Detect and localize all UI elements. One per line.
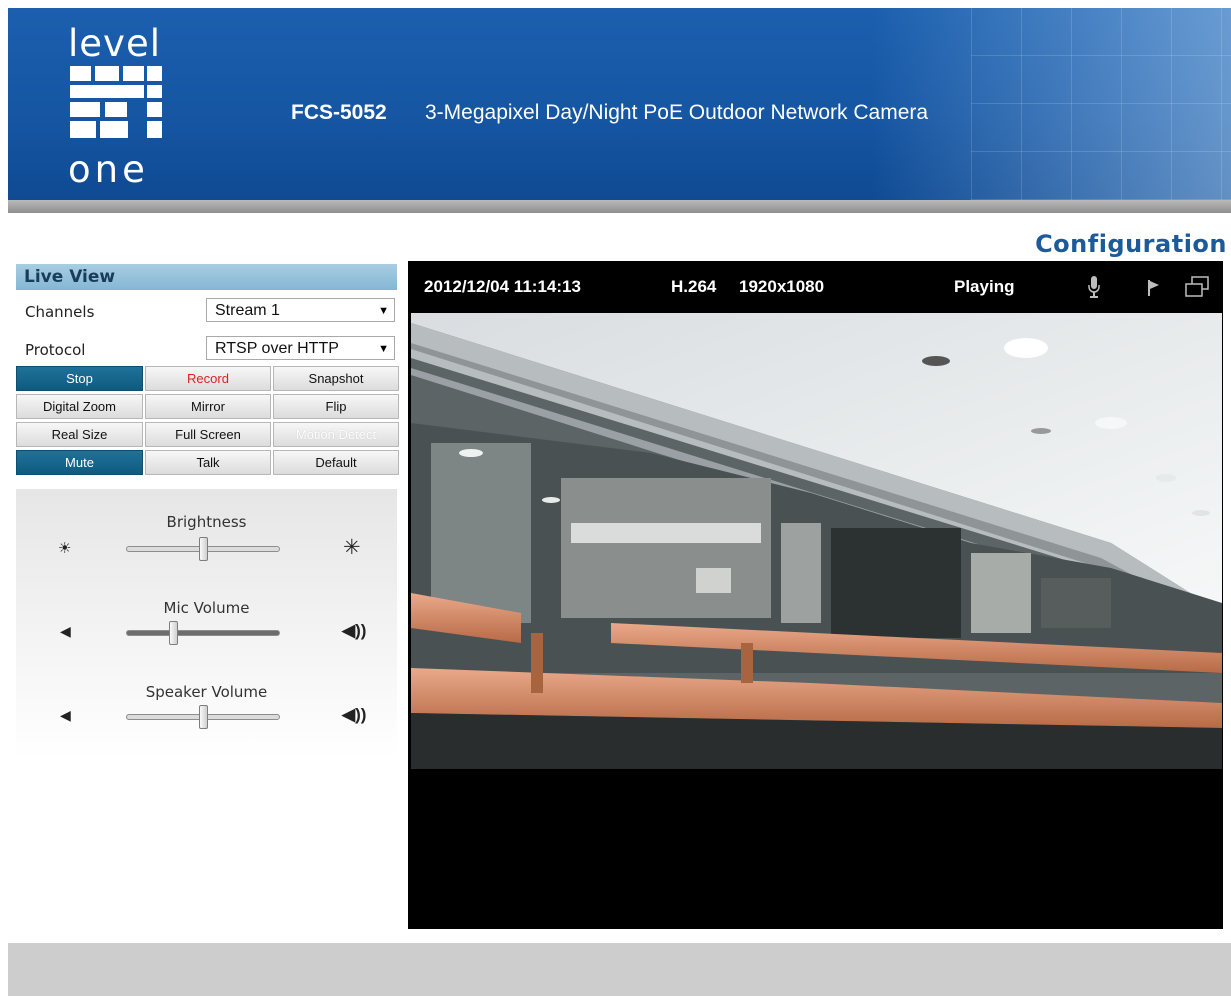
logo-text-bottom: one	[68, 148, 149, 191]
protocol-label: Protocol	[25, 341, 86, 359]
talk-button[interactable]: Talk	[145, 450, 271, 475]
mic-volume-slider[interactable]	[126, 621, 280, 645]
footer-bar	[8, 943, 1231, 996]
brightness-low-icon: ☀	[58, 540, 72, 557]
live-view-panel: Live View Channels Stream 1 ▼ Protocol R…	[16, 264, 399, 759]
protocol-select-value: RTSP over HTTP	[215, 340, 339, 357]
protocol-select[interactable]: RTSP over HTTP ▼	[206, 336, 395, 360]
model-name: FCS-5052	[291, 101, 387, 124]
speaker-volume-slider[interactable]	[126, 705, 280, 729]
brightness-slider-thumb[interactable]	[199, 537, 208, 561]
adjustment-sliders: Brightness ☀ ✳ Mic Volume ◀ ◀)) Speaker …	[16, 489, 397, 759]
mic-volume-slider-thumb[interactable]	[169, 621, 178, 645]
default-button[interactable]: Default	[273, 450, 399, 475]
motion-detect-button: Motion Detect	[273, 422, 399, 447]
chevron-down-icon: ▼	[378, 343, 389, 355]
camera-scene-image	[411, 313, 1222, 769]
brightness-label: Brightness	[166, 513, 247, 531]
configuration-link[interactable]: Configuration	[1035, 230, 1227, 258]
video-status: Playing	[954, 277, 1015, 296]
channels-select[interactable]: Stream 1 ▼	[206, 298, 395, 322]
window-popout-icon[interactable]	[1184, 275, 1210, 299]
snapshot-button[interactable]: Snapshot	[273, 366, 399, 391]
channels-label: Channels	[25, 303, 95, 321]
speaker-high-icon: ◀))	[342, 621, 367, 640]
speaker-volume-label: Speaker Volume	[145, 683, 268, 701]
mic-volume-label: Mic Volume	[163, 599, 250, 617]
flip-button[interactable]: Flip	[273, 394, 399, 419]
header-banner: level one FCS-5052 3-Megapixel Day/Night…	[8, 8, 1231, 200]
video-resolution: 1920x1080	[739, 277, 825, 296]
brightness-slider[interactable]	[126, 537, 280, 561]
channels-row: Channels Stream 1 ▼	[16, 290, 397, 328]
logo-text-top: level	[68, 22, 161, 65]
chevron-down-icon: ▼	[378, 305, 389, 317]
flag-icon[interactable]	[1147, 279, 1161, 297]
camera-video-frame	[411, 313, 1222, 769]
speaker-volume-slider-thumb[interactable]	[199, 705, 208, 729]
channels-select-value: Stream 1	[215, 302, 280, 319]
video-datetime: 2012/12/04 11:14:13	[424, 277, 581, 296]
header-grid-pattern	[971, 8, 1231, 200]
video-player[interactable]: 2012/12/04 11:14:13 H.264 1920x1080 Play…	[408, 261, 1223, 929]
control-buttons: Stop Record Snapshot Digital Zoom Mirror…	[16, 366, 399, 475]
mute-button[interactable]: Mute	[16, 450, 143, 475]
speaker-high-icon: ◀))	[342, 705, 367, 724]
brightness-high-icon: ✳	[343, 536, 361, 559]
model-description: 3-Megapixel Day/Night PoE Outdoor Networ…	[425, 101, 929, 124]
video-codec: H.264	[671, 277, 717, 296]
real-size-button[interactable]: Real Size	[16, 422, 143, 447]
stop-button[interactable]: Stop	[16, 366, 143, 391]
microphone-icon[interactable]	[1087, 275, 1101, 299]
speaker-low-icon: ◀	[60, 623, 71, 639]
panel-title: Live View	[16, 264, 397, 290]
header-divider	[8, 200, 1231, 213]
video-status-bar: 2012/12/04 11:14:13 H.264 1920x1080 Play…	[408, 261, 1223, 313]
full-screen-button[interactable]: Full Screen	[145, 422, 271, 447]
mirror-button[interactable]: Mirror	[145, 394, 271, 419]
record-button[interactable]: Record	[145, 366, 271, 391]
speaker-low-icon: ◀	[60, 707, 71, 723]
protocol-row: Protocol RTSP over HTTP ▼	[16, 328, 397, 366]
digital-zoom-button[interactable]: Digital Zoom	[16, 394, 143, 419]
